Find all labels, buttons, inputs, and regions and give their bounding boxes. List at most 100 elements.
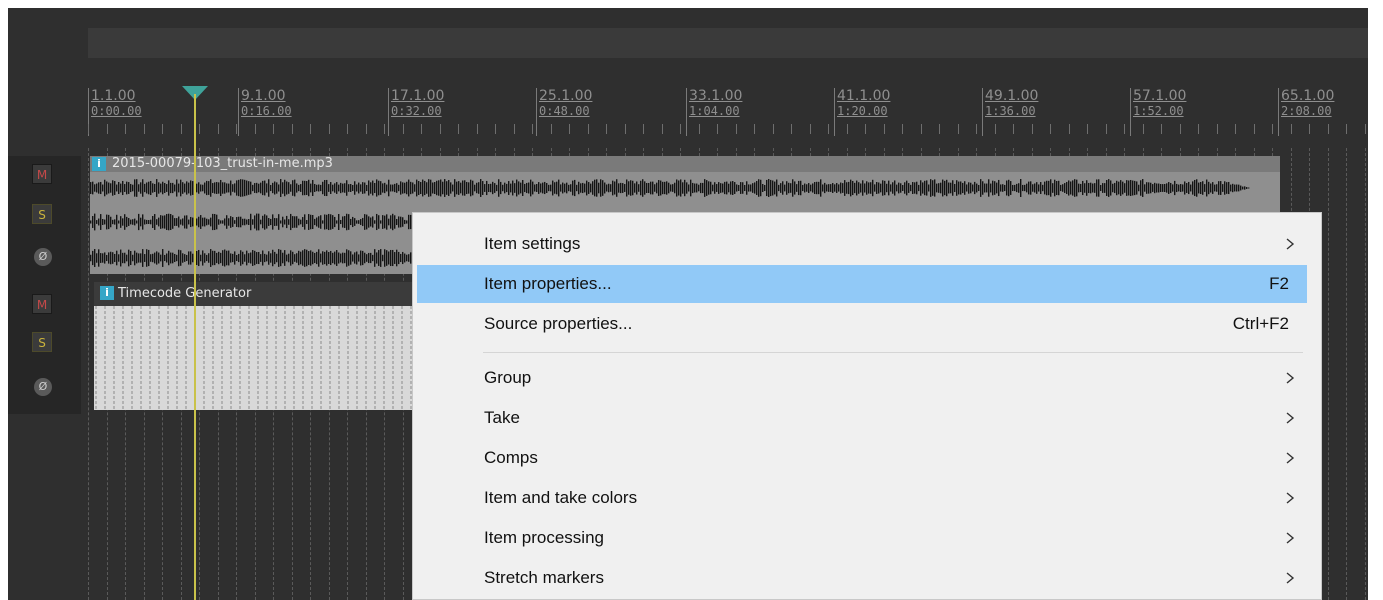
menu-item-label: Item properties... xyxy=(484,274,612,293)
ruler-tick xyxy=(939,124,940,134)
ruler-tick xyxy=(125,124,126,134)
menu-item-item-and-take-colors[interactable]: Item and take colors xyxy=(417,479,1307,517)
ruler-tick xyxy=(1291,124,1292,134)
track-1-mute-button[interactable]: M xyxy=(32,164,52,184)
ruler-marker[interactable]: 41.1.00 1:20.00 xyxy=(834,88,891,136)
ruler-tick xyxy=(107,124,108,134)
ruler-tick xyxy=(847,124,848,134)
menu-item-shortcut: F2 xyxy=(1269,274,1289,293)
time-label: 1:20.00 xyxy=(837,104,888,118)
menu-item-shortcut: Ctrl+F2 xyxy=(1232,314,1289,333)
track-2-phase-button[interactable]: Ø xyxy=(34,378,52,396)
ruler-tick xyxy=(976,124,977,134)
ruler-marker[interactable]: 17.1.00 0:32.00 xyxy=(388,88,444,136)
ruler-tick xyxy=(1161,124,1162,134)
ruler-tick xyxy=(810,124,811,134)
ruler-marker[interactable]: 1.1.00 0:00.00 xyxy=(88,88,142,136)
ruler-marker[interactable]: 33.1.00 1:04.00 xyxy=(686,88,743,136)
ruler-tick xyxy=(255,124,256,134)
ruler-tick xyxy=(754,124,755,134)
menu-item-item-settings[interactable]: Item settings xyxy=(417,225,1307,263)
ruler-tick xyxy=(1013,124,1014,134)
track-2-mute-button[interactable]: M xyxy=(32,294,52,314)
info-icon[interactable]: i xyxy=(92,157,106,171)
menu-item-comps[interactable]: Comps xyxy=(417,439,1307,477)
ruler-tick xyxy=(1328,124,1329,134)
menu-item-source-properties[interactable]: Source properties... Ctrl+F2 xyxy=(417,305,1307,343)
ruler-tick xyxy=(828,124,829,134)
ruler-tick xyxy=(310,124,311,134)
ruler-tick xyxy=(662,124,663,134)
edit-cursor[interactable] xyxy=(182,86,208,600)
menu-item-group[interactable]: Group xyxy=(417,359,1307,397)
bar-label: 41.1.00 xyxy=(837,88,891,104)
ruler-tick xyxy=(1143,124,1144,134)
item-name: 2015-00079-103_trust-in-me.mp3 xyxy=(112,156,333,171)
timeline-ruler[interactable]: 1.1.00 0:00.00 9.1.00 0:16.00 17.1.00 0:32.… xyxy=(88,86,1368,146)
grid-line xyxy=(1365,148,1366,600)
time-label: 0:16.00 xyxy=(241,104,292,118)
marker-line xyxy=(1278,88,1279,136)
ruler-marker[interactable]: 25.1.00 0:48.00 xyxy=(536,88,593,136)
ruler-marker[interactable]: 65.1.00 2:08.00 xyxy=(1278,88,1334,136)
ruler-tick xyxy=(162,124,163,134)
timecode-pattern xyxy=(95,306,421,410)
ruler-tick xyxy=(1309,124,1310,134)
track-1-phase-button[interactable]: Ø xyxy=(34,248,52,266)
ruler-tick xyxy=(902,124,903,134)
ruler-tick xyxy=(995,124,996,134)
ruler-tick xyxy=(884,124,885,134)
marker-line xyxy=(388,88,389,136)
ruler-tick xyxy=(458,124,459,134)
bar-label: 25.1.00 xyxy=(539,88,593,104)
track-1-solo-button[interactable]: S xyxy=(32,204,52,224)
marker-line xyxy=(686,88,687,136)
marker-line xyxy=(536,88,537,136)
ruler-tick xyxy=(384,124,385,134)
ruler-tick xyxy=(717,124,718,134)
ruler-tick xyxy=(347,124,348,134)
ruler-tick xyxy=(273,124,274,134)
ruler-tick xyxy=(1050,124,1051,134)
menu-item-stretch-markers[interactable]: Stretch markers xyxy=(417,559,1307,597)
ruler-tick xyxy=(421,124,422,134)
menu-item-item-processing[interactable]: Item processing xyxy=(417,519,1307,557)
menu-item-label: Item and take colors xyxy=(484,488,638,507)
ruler-tick xyxy=(495,124,496,134)
ruler-tick xyxy=(588,124,589,134)
bar-label: 9.1.00 xyxy=(241,88,286,104)
ruler-tick xyxy=(1032,124,1033,134)
menu-item-label: Take xyxy=(484,408,520,427)
ruler-tick xyxy=(1254,124,1255,134)
marker-line xyxy=(238,88,239,136)
ruler-tick xyxy=(218,124,219,134)
waveform-channel xyxy=(90,179,1250,197)
ruler-tick xyxy=(921,124,922,134)
ruler-tick xyxy=(699,124,700,134)
cursor-line xyxy=(194,94,196,600)
menu-item-item-properties[interactable]: Item properties... F2 xyxy=(417,265,1307,303)
ruler-tick xyxy=(1365,124,1366,134)
time-label: 1:52.00 xyxy=(1133,104,1184,118)
ruler-tick xyxy=(236,124,237,134)
timecode-media-item[interactable]: i Timecode Generator xyxy=(94,282,428,410)
menu-item-take[interactable]: Take xyxy=(417,399,1307,437)
info-icon[interactable]: i xyxy=(100,286,114,300)
ruler-tick xyxy=(1198,124,1199,134)
grid-line xyxy=(88,148,89,600)
track-2-solo-button[interactable]: S xyxy=(32,332,52,352)
ruler-tick xyxy=(440,124,441,134)
ruler-tick xyxy=(1180,124,1181,134)
bar-label: 33.1.00 xyxy=(689,88,743,104)
chevron-right-icon xyxy=(1286,412,1295,424)
ruler-marker[interactable]: 57.1.00 1:52.00 xyxy=(1130,88,1186,136)
marker-line xyxy=(834,88,835,136)
ruler-marker[interactable]: 9.1.00 0:16.00 xyxy=(238,88,292,136)
menu-item-label: Comps xyxy=(484,448,538,467)
ruler-tick xyxy=(606,124,607,134)
ruler-marker[interactable]: 49.1.00 1:36.00 xyxy=(982,88,1038,136)
ruler-tick xyxy=(514,124,515,134)
ruler-tick xyxy=(366,124,367,134)
ruler-tick xyxy=(403,124,404,134)
ruler-tick xyxy=(736,124,737,134)
